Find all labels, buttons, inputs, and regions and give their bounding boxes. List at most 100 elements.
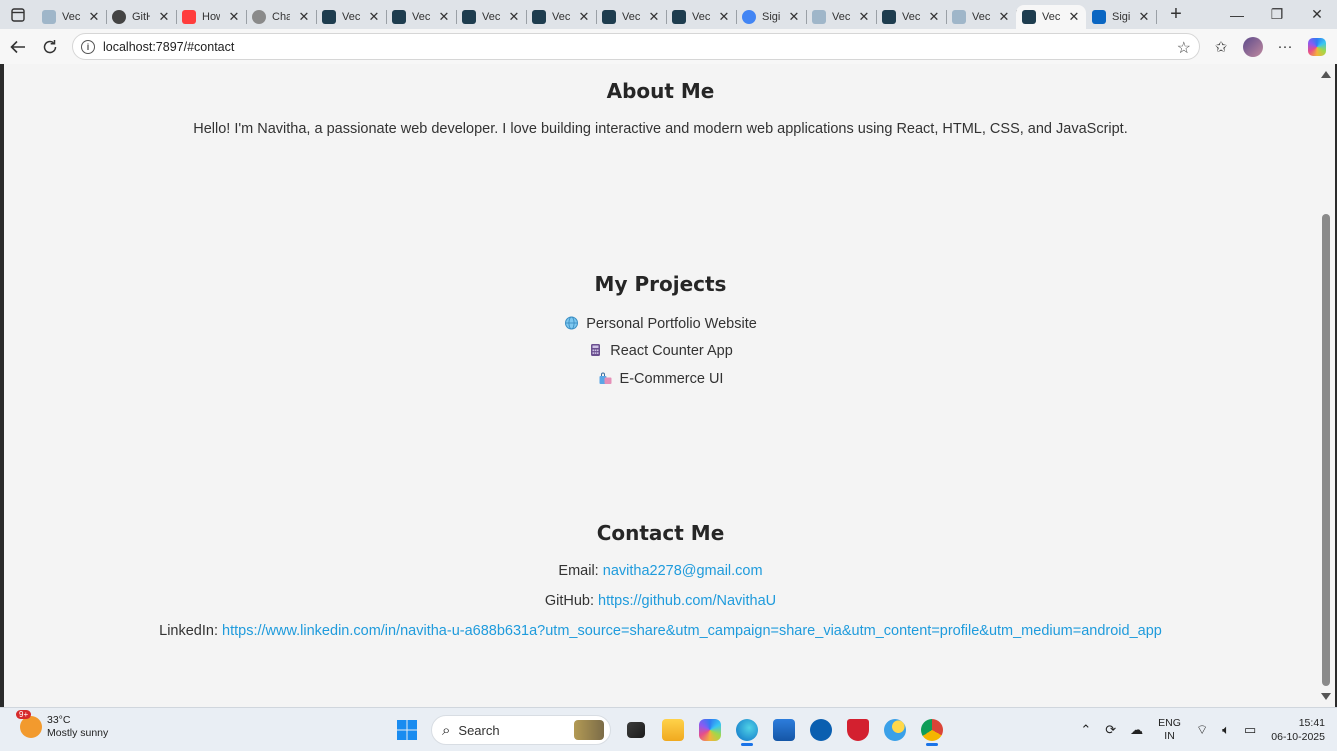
wifi-icon[interactable]: ⌔ [1196, 722, 1208, 738]
project-label: React Counter App [610, 343, 733, 359]
close-tab-icon[interactable]: ✕ [648, 9, 660, 25]
github-favicon-icon [112, 9, 126, 24]
favorites-icon[interactable]: ✩ [1205, 32, 1237, 62]
page-scrollbar[interactable] [1317, 64, 1335, 707]
close-tab-icon[interactable]: ✕ [788, 9, 800, 25]
github-link[interactable]: https://github.com/NavithaU [598, 593, 776, 609]
taskbar-search[interactable]: ⌕ Search [431, 715, 611, 745]
restore-icon[interactable]: ❐ [1257, 0, 1297, 29]
tab-title: Vec [832, 10, 850, 23]
tab-title: Vec [342, 10, 360, 23]
about-text: Hello! I'm Navitha, a passionate web dev… [193, 121, 1128, 137]
browser-tab[interactable]: Sigi ✕ [1086, 5, 1157, 29]
task-view-button[interactable] [617, 714, 654, 746]
browser-tab[interactable]: How ✕ [176, 5, 247, 29]
browser-tab[interactable]: Vec ✕ [36, 5, 107, 29]
scroll-thumb[interactable] [1322, 214, 1330, 686]
store-icon [772, 719, 795, 741]
start-button[interactable] [388, 714, 425, 746]
reload-button[interactable] [34, 32, 66, 62]
browser-toolbar: i localhost:7897/#contact ☆ ✩ ··· [0, 29, 1337, 64]
windows-logo-icon [396, 720, 417, 740]
url-text[interactable]: localhost:7897/#contact [103, 40, 234, 54]
search-highlight-image [574, 720, 604, 740]
browser-tab[interactable]: Vec ✕ [806, 5, 877, 29]
more-options-icon[interactable]: ··· [1269, 32, 1301, 62]
close-tab-icon[interactable]: ✕ [718, 9, 730, 25]
copilot-app-button[interactable] [691, 714, 728, 746]
browser-tab[interactable]: Sigi ✕ [736, 5, 807, 29]
close-tab-icon[interactable]: ✕ [858, 9, 870, 25]
chevron-up-icon[interactable]: ⌃ [1080, 722, 1091, 738]
weather-widget[interactable]: 9+ 33°C Mostly sunny [16, 710, 108, 740]
close-tab-icon[interactable]: ✕ [298, 9, 310, 25]
project-label: E-Commerce UI [619, 371, 724, 387]
browser-tab[interactable]: Vec ✕ [1016, 4, 1086, 29]
close-tab-icon[interactable]: ✕ [1068, 9, 1080, 25]
onedrive-icon[interactable]: ☁ [1130, 722, 1143, 738]
browser-tab[interactable]: Vec ✕ [316, 5, 387, 29]
weather-app-button[interactable] [876, 714, 913, 746]
browser-tab[interactable]: Vec ✕ [876, 5, 947, 29]
file-explorer-button[interactable] [654, 714, 691, 746]
scroll-up-arrow-icon[interactable] [1321, 71, 1331, 78]
browser-tab[interactable]: GitH ✕ [106, 5, 177, 29]
edge-button[interactable] [728, 714, 765, 746]
scroll-down-arrow-icon[interactable] [1321, 693, 1331, 700]
language-indicator[interactable]: ENG IN [1158, 717, 1181, 743]
close-window-icon[interactable]: ✕ [1297, 0, 1337, 29]
window-controls: — ❐ ✕ [1217, 0, 1337, 29]
browser-tab[interactable]: Vec ✕ [596, 5, 667, 29]
react-favicon-icon [532, 9, 546, 24]
sync-icon[interactable]: ⟳ [1105, 722, 1116, 738]
close-tab-icon[interactable]: ✕ [928, 9, 940, 25]
react-favicon-icon [1022, 9, 1036, 24]
tab-title: GitH [132, 10, 150, 23]
minimize-icon[interactable]: — [1217, 0, 1257, 29]
close-tab-icon[interactable]: ✕ [228, 9, 240, 25]
shopping-bags-icon [599, 372, 612, 384]
email-link[interactable]: navitha2278@gmail.com [603, 563, 763, 579]
linkedin-link[interactable]: https://www.linkedin.com/in/navitha-u-a6… [222, 623, 1162, 639]
edge-icon [735, 719, 758, 741]
browser-tab[interactable]: Vec ✕ [946, 5, 1017, 29]
close-tab-icon[interactable]: ✕ [158, 9, 170, 25]
mcafee-button[interactable] [839, 714, 876, 746]
chrome-button[interactable] [913, 714, 950, 746]
browser-tab[interactable]: Vec ✕ [386, 5, 457, 29]
close-tab-icon[interactable]: ✕ [1138, 9, 1150, 25]
site-info-icon[interactable]: i [81, 39, 95, 54]
address-bar[interactable]: i localhost:7897/#contact ☆ [72, 33, 1200, 60]
store-button[interactable] [765, 714, 802, 746]
tab-actions-icon [11, 7, 25, 22]
browser-tab[interactable]: Cha ✕ [246, 5, 317, 29]
tab-title: Cha [272, 10, 290, 23]
about-title: About Me [606, 79, 715, 103]
taskbar-apps: ⌕ Search [388, 714, 950, 746]
hp-icon [809, 719, 832, 741]
close-tab-icon[interactable]: ✕ [508, 9, 520, 25]
volume-icon[interactable]: 🔈︎ [1222, 722, 1230, 738]
close-tab-icon[interactable]: ✕ [998, 9, 1010, 25]
favorite-star-icon[interactable]: ☆ [1177, 38, 1191, 58]
browser-tab[interactable]: Vec ✕ [456, 5, 527, 29]
close-tab-icon[interactable]: ✕ [578, 9, 590, 25]
browser-tab[interactable]: Vec ✕ [666, 5, 737, 29]
avatar [1243, 36, 1263, 57]
battery-icon[interactable]: ▭ [1244, 722, 1256, 738]
clock[interactable]: 15:41 06-10-2025 [1271, 716, 1325, 744]
blue-favicon-icon [812, 9, 826, 24]
new-tab-button[interactable]: + [1162, 3, 1190, 27]
back-button[interactable] [2, 32, 34, 62]
close-tab-icon[interactable]: ✕ [368, 9, 380, 25]
copilot-icon[interactable] [1301, 32, 1333, 62]
region-code: IN [1164, 730, 1175, 742]
close-tab-icon[interactable]: ✕ [88, 9, 100, 25]
hp-button[interactable] [802, 714, 839, 746]
system-tray: ⌃ ⟳ ☁ ENG IN ⌔ 🔈︎ ▭ 15:41 06-10-2025 [1073, 708, 1337, 751]
browser-tab[interactable]: Vec ✕ [526, 5, 597, 29]
close-tab-icon[interactable]: ✕ [438, 9, 450, 25]
profile-button[interactable] [1237, 32, 1269, 62]
tab-title: Vec [552, 10, 570, 23]
tab-actions-button[interactable] [0, 0, 36, 29]
